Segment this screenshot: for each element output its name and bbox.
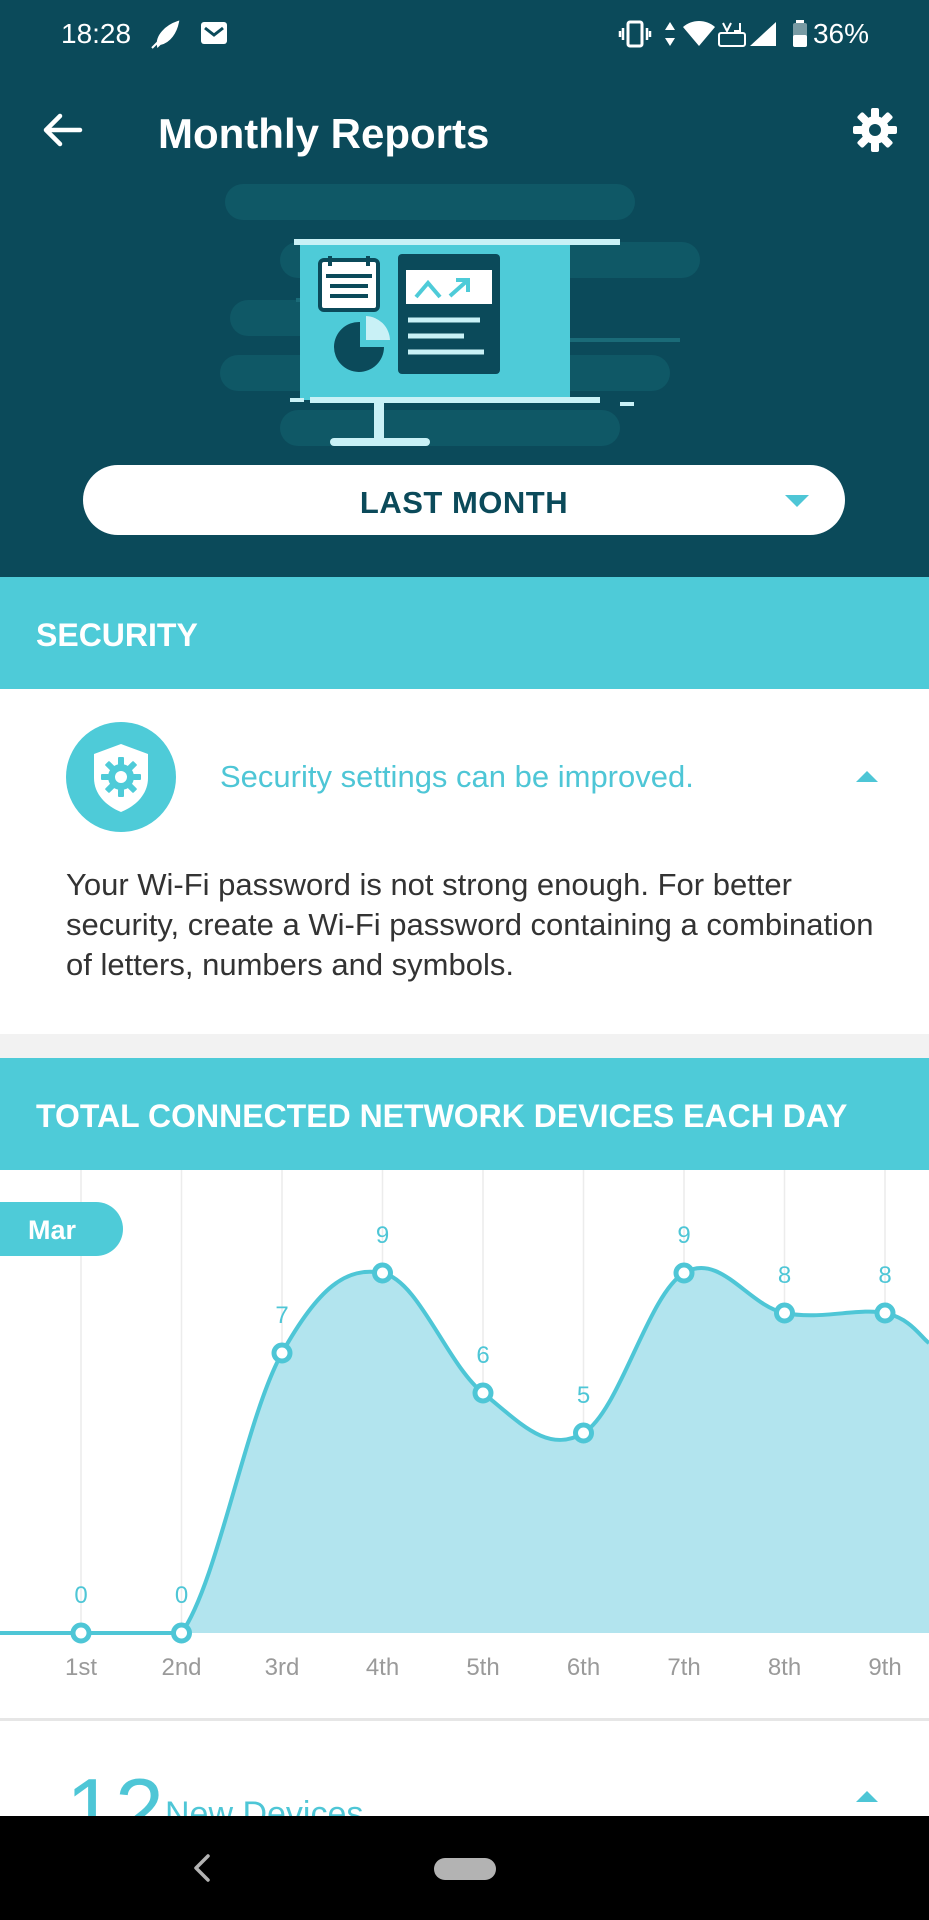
- data-label: 9: [376, 1222, 389, 1249]
- security-message: Your Wi-Fi password is not strong enough…: [66, 867, 874, 982]
- data-point: [874, 1302, 896, 1324]
- x-tick-label: 5th: [466, 1654, 499, 1681]
- data-label: 7: [275, 1302, 288, 1329]
- x-tick-label: 4th: [366, 1654, 399, 1681]
- data-point: [70, 1622, 92, 1644]
- data-point: [271, 1342, 293, 1364]
- feather-notification-icon: [151, 20, 180, 49]
- chevron-up-icon[interactable]: [856, 1791, 878, 1802]
- security-status-text: Security settings can be improved.: [220, 759, 694, 794]
- data-point: [673, 1262, 695, 1284]
- data-point: [774, 1302, 795, 1324]
- data-label: 5: [577, 1382, 590, 1409]
- report-monitor-illustration: [220, 184, 700, 446]
- header: Monthly Reports LAST MONTH: [0, 70, 929, 577]
- section-divider: [0, 1034, 929, 1058]
- security-shield-badge: [66, 722, 176, 832]
- back-arrow-icon[interactable]: [40, 108, 84, 152]
- chevron-up-icon[interactable]: [856, 771, 878, 782]
- data-label: 8: [878, 1262, 891, 1289]
- new-devices-summary[interactable]: 12 New Devices: [0, 1721, 929, 1816]
- data-point: [171, 1622, 192, 1644]
- battery-percent: 36%: [812, 18, 869, 49]
- nav-home-pill[interactable]: [434, 1858, 496, 1880]
- data-arrows-icon: [665, 22, 675, 46]
- page-title: Monthly Reports: [158, 110, 490, 157]
- status-bar: 18:28 36%: [0, 0, 929, 70]
- x-tick-label: 7th: [667, 1654, 700, 1681]
- x-tick-label: 9th: [868, 1654, 901, 1681]
- shield-gear-icon: [94, 744, 148, 812]
- data-label: 0: [74, 1582, 87, 1609]
- devices-chart: 0 1st 0 2nd 7 3rd 9 4th 6 5th 5 6th 9 7th 8 8th 8 9th Mar: [0, 1170, 929, 1718]
- x-tick-label: 6th: [567, 1654, 600, 1681]
- data-label: 9: [677, 1222, 690, 1249]
- vibrate-icon: [618, 20, 652, 48]
- data-label: 0: [175, 1582, 188, 1609]
- new-devices-label: New Devices: [165, 1795, 364, 1816]
- data-label: 6: [476, 1342, 489, 1369]
- new-devices-count: 12: [66, 1760, 164, 1816]
- x-tick-label: 8th: [768, 1654, 801, 1681]
- cell-signal-icon: [750, 22, 776, 46]
- data-point: [472, 1382, 494, 1404]
- status-time: 18:28: [61, 18, 132, 49]
- period-dropdown[interactable]: LAST MONTH: [83, 465, 845, 535]
- period-dropdown-label: LAST MONTH: [359, 485, 569, 520]
- security-section-header: SECURITY: [0, 577, 929, 689]
- area-fill: [0, 1267, 929, 1633]
- devices-area-chart: 0 1st 0 2nd 7 3rd 9 4th 6 5th 5 6th 9 7th 8 8th 8 9th: [0, 1170, 929, 1681]
- devices-chart-section-title: TOTAL CONNECTED NETWORK DEVICES EACH DAY: [36, 1098, 848, 1134]
- wifi-icon: [683, 21, 715, 46]
- x-tick-label: 3rd: [265, 1654, 300, 1681]
- security-section-title: SECURITY: [36, 617, 198, 653]
- data-label: 8: [778, 1262, 791, 1289]
- mail-icon: [201, 22, 227, 44]
- nav-back-icon[interactable]: [190, 1852, 214, 1884]
- volte-icon: [718, 22, 746, 47]
- system-nav-bar: [0, 1816, 929, 1920]
- chevron-down-icon: [785, 495, 809, 507]
- x-tick-label: 1st: [65, 1654, 97, 1681]
- devices-chart-section-header: TOTAL CONNECTED NETWORK DEVICES EACH DAY: [0, 1058, 929, 1170]
- data-point: [372, 1262, 393, 1284]
- month-badge: Mar: [0, 1202, 123, 1256]
- x-tick-label: 2nd: [161, 1654, 201, 1681]
- month-label: Mar: [28, 1215, 77, 1245]
- security-card[interactable]: Security settings can be improved. Your …: [0, 689, 929, 1034]
- gear-icon[interactable]: [851, 106, 899, 154]
- battery-icon: [793, 20, 807, 47]
- data-point: [573, 1422, 594, 1444]
